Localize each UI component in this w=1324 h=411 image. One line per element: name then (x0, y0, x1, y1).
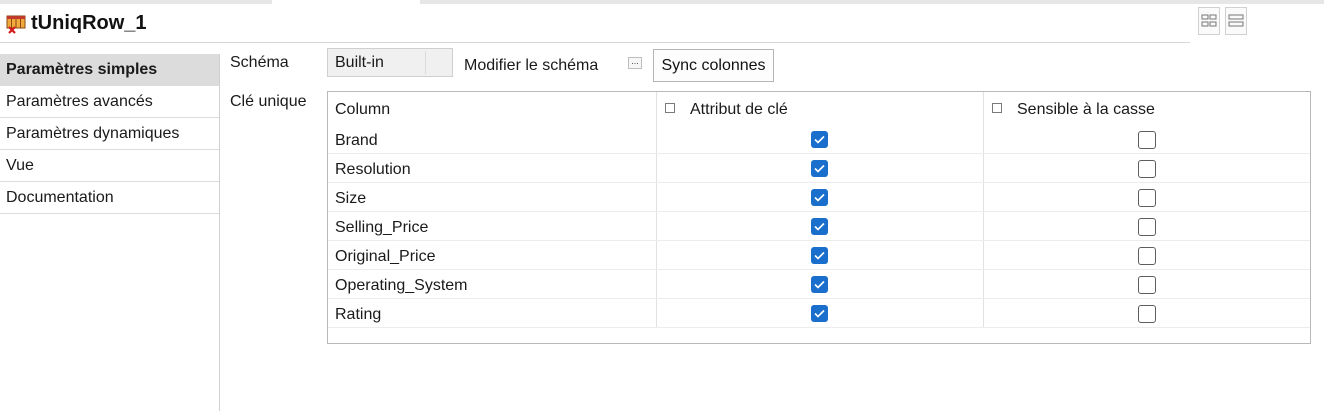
sidebar-item-view[interactable]: Vue (0, 150, 219, 182)
sidebar-item-advanced-settings[interactable]: Paramètres avancés (0, 86, 219, 118)
sidebar-item-dynamic-settings[interactable]: Paramètres dynamiques (0, 118, 219, 150)
key-attribute-header: Attribut de clé (690, 101, 788, 118)
schema-type-select[interactable]: Built-in (327, 48, 453, 77)
column-name: Original_Price (335, 248, 436, 265)
case-sensitive-checkbox[interactable] (1138, 305, 1156, 323)
key-attribute-checkbox[interactable] (811, 276, 828, 293)
column-name: Operating_System (335, 277, 468, 294)
schema-label: Schéma (230, 54, 289, 71)
schema-type-value: Built-in (335, 54, 384, 71)
column-header: Column (335, 101, 391, 118)
key-attribute-checkbox[interactable] (811, 305, 828, 322)
case-sensitive-checkbox[interactable] (1138, 276, 1156, 294)
sidebar-item-basic-settings[interactable]: Paramètres simples (0, 54, 219, 86)
settings-sidebar: Paramètres simples Paramètres avancés Pa… (0, 54, 220, 411)
table-row: Operating_System (328, 270, 1310, 299)
layout-rows-icon[interactable] (1225, 7, 1247, 35)
table-row: Brand (328, 125, 1310, 154)
case-sensitive-header-checkbox[interactable] (992, 103, 1002, 113)
table-row: Resolution (328, 154, 1310, 183)
key-attribute-checkbox[interactable] (811, 218, 828, 235)
case-sensitive-checkbox[interactable] (1138, 218, 1156, 236)
component-header: tUniqRow_1 (0, 4, 1190, 43)
column-name: Selling_Price (335, 219, 429, 236)
edit-schema-button[interactable]: ... (628, 57, 642, 69)
key-attribute-checkbox[interactable] (811, 247, 828, 264)
key-attribute-checkbox[interactable] (811, 189, 828, 206)
table-row: Rating (328, 299, 1310, 328)
column-name: Resolution (335, 161, 411, 178)
sidebar-item-documentation[interactable]: Documentation (0, 182, 219, 214)
case-sensitive-checkbox[interactable] (1138, 189, 1156, 207)
column-name: Rating (335, 306, 382, 323)
case-sensitive-header: Sensible à la casse (1017, 101, 1155, 118)
sync-columns-button[interactable]: Sync colonnes (653, 49, 774, 82)
table-row: Size (328, 183, 1310, 212)
component-title: tUniqRow_1 (31, 12, 147, 34)
table-row: Selling_Price (328, 212, 1310, 241)
component-unique-row-icon (6, 14, 26, 34)
column-name: Brand (335, 132, 378, 149)
edit-schema-label: Modifier le schéma (464, 57, 599, 74)
unique-key-table: Column Attribut de clé Sensible à la cas… (327, 91, 1311, 344)
case-sensitive-checkbox[interactable] (1138, 131, 1156, 149)
table-row: Original_Price (328, 241, 1310, 270)
key-attribute-checkbox[interactable] (811, 160, 828, 177)
column-name: Size (335, 190, 367, 207)
key-attribute-checkbox[interactable] (811, 131, 828, 148)
unique-key-label: Clé unique (230, 93, 307, 110)
case-sensitive-checkbox[interactable] (1138, 247, 1156, 265)
case-sensitive-checkbox[interactable] (1138, 160, 1156, 178)
key-attribute-header-checkbox[interactable] (665, 103, 675, 113)
layout-grid-icon[interactable] (1198, 7, 1220, 35)
